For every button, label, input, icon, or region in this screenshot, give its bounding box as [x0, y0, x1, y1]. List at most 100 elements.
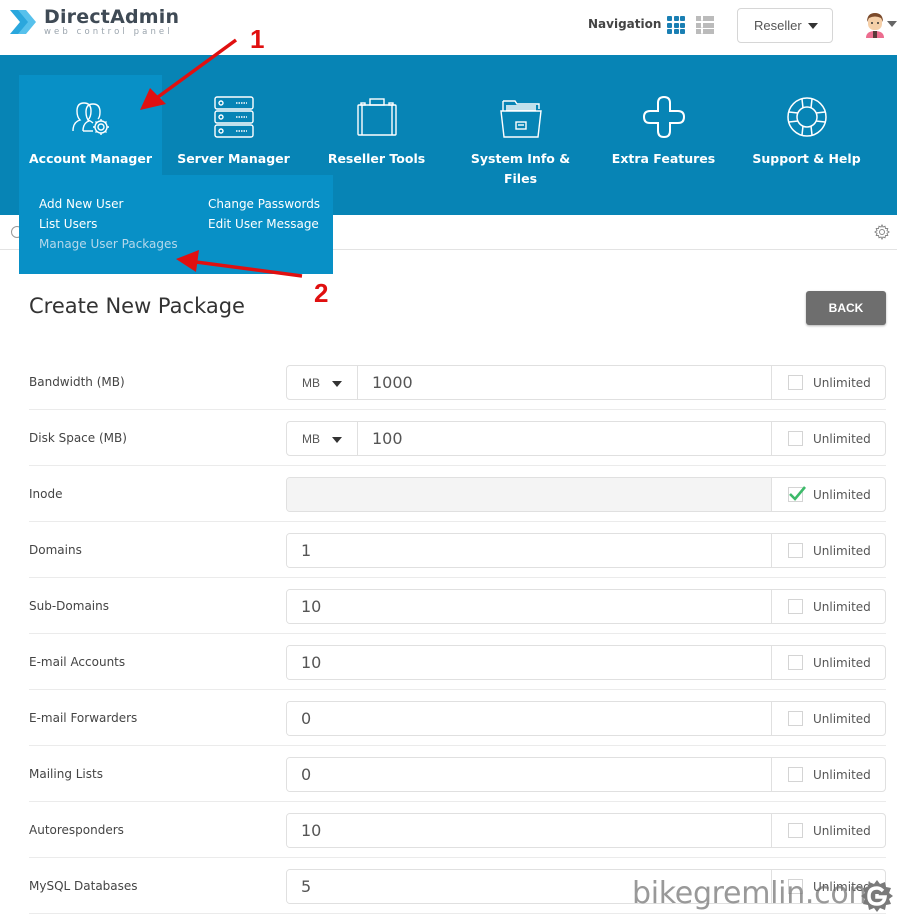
value-input[interactable] [358, 366, 771, 399]
field-group: Unlimited [286, 589, 886, 624]
field-group: Unlimited [286, 645, 886, 680]
unlimited-label: Unlimited [813, 599, 871, 614]
field-group: MB Unlimited [286, 421, 886, 456]
unlimited-checkbox[interactable] [788, 431, 803, 446]
value-input[interactable] [287, 590, 771, 623]
nav-system-info-files[interactable]: System Info & Files [449, 75, 592, 186]
unlimited-label: Unlimited [813, 431, 871, 446]
briefcase-icon [356, 98, 397, 136]
menu-add-new-user[interactable]: Add New User [39, 197, 123, 211]
form-row: Inode Unlimited [29, 466, 886, 522]
field-label: Mailing Lists [29, 767, 103, 781]
field-label: Bandwidth (MB) [29, 375, 125, 389]
unlimited-toggle[interactable]: Unlimited [771, 422, 885, 455]
watermark-gear-icon [861, 880, 893, 912]
form-row: Disk Space (MB) MB Unlimited [29, 410, 886, 466]
unlimited-label: Unlimited [813, 655, 871, 670]
form-row: Domains Unlimited [29, 522, 886, 578]
nav-reseller-tools[interactable]: Reseller Tools [305, 75, 448, 175]
unlimited-checkbox[interactable] [788, 375, 803, 390]
directadmin-logo[interactable]: DirectAdmin web control panel [8, 6, 179, 38]
value-input[interactable] [287, 478, 771, 511]
unlimited-toggle[interactable]: Unlimited [771, 646, 885, 679]
unlimited-label: Unlimited [813, 543, 871, 558]
unlimited-toggle[interactable]: Unlimited [771, 590, 885, 623]
form-row: E-mail Accounts Unlimited [29, 634, 886, 690]
nav-label: Server Manager [177, 151, 290, 166]
unlimited-toggle[interactable]: Unlimited [771, 366, 885, 399]
back-button[interactable]: BACK [806, 291, 886, 325]
unlimited-checkbox[interactable] [788, 486, 806, 502]
field-group: Unlimited [286, 701, 886, 736]
form-row: Mailing Lists Unlimited [29, 746, 886, 802]
unlimited-toggle[interactable]: Unlimited [771, 702, 885, 735]
nav-label: System Info & Files [470, 151, 571, 186]
unlimited-toggle[interactable]: Unlimited [771, 814, 885, 847]
annotation-step-2: 2 [314, 278, 329, 308]
unit-select[interactable]: MB [287, 422, 358, 455]
field-label: Autoresponders [29, 823, 124, 837]
users-gear-icon [71, 102, 109, 135]
menu-edit-user-message[interactable]: Edit User Message [208, 217, 319, 231]
unlimited-toggle[interactable]: Unlimited [771, 478, 885, 511]
navigation-label: Navigation [588, 17, 662, 31]
value-input[interactable] [287, 814, 771, 847]
annotation-step-1: 1 [250, 24, 265, 54]
menu-change-passwords[interactable]: Change Passwords [208, 197, 320, 211]
server-icon [213, 96, 254, 138]
field-label: Domains [29, 543, 82, 557]
unlimited-checkbox[interactable] [788, 711, 803, 726]
nav-server-manager[interactable]: Server Manager [162, 75, 305, 175]
value-input[interactable] [287, 758, 771, 791]
nav-support-help[interactable]: Support & Help [735, 75, 878, 175]
brand-subtitle: web control panel [44, 27, 173, 37]
grid-view-icon[interactable] [667, 16, 685, 34]
field-label: MySQL Databases [29, 879, 138, 893]
unit-select-value: MB [302, 431, 320, 446]
chevron-down-icon [332, 437, 342, 443]
unlimited-checkbox[interactable] [788, 767, 803, 782]
role-select[interactable]: Reseller [737, 8, 833, 43]
field-label: E-mail Accounts [29, 655, 126, 669]
unlimited-checkbox[interactable] [788, 599, 803, 614]
gear-icon[interactable] [874, 224, 890, 240]
nav-label: Support & Help [752, 151, 861, 166]
value-input[interactable] [287, 702, 771, 735]
field-group: Unlimited [286, 757, 886, 792]
field-group: Unlimited [286, 477, 886, 512]
unit-select-value: MB [302, 375, 320, 390]
form-row: Bandwidth (MB) MB Unlimited [29, 354, 886, 410]
unlimited-checkbox[interactable] [788, 823, 803, 838]
value-input[interactable] [358, 422, 771, 455]
unit-select[interactable]: MB [287, 366, 358, 399]
field-group: MB Unlimited [286, 365, 886, 400]
nav-extra-features[interactable]: Extra Features [592, 75, 735, 175]
chevron-down-icon [332, 381, 342, 387]
nav-label: Reseller Tools [327, 151, 426, 166]
avatar-menu-chevron-icon[interactable] [887, 21, 897, 27]
list-view-icon[interactable] [696, 16, 714, 34]
watermark-text: bikegremlin.com [632, 876, 878, 911]
form-row: Autoresponders Unlimited [29, 802, 886, 858]
unlimited-toggle[interactable]: Unlimited [771, 758, 885, 791]
menu-list-users[interactable]: List Users [39, 217, 97, 231]
unlimited-label: Unlimited [813, 767, 871, 782]
field-label: Disk Space (MB) [29, 431, 127, 445]
menu-manage-user-packages[interactable]: Manage User Packages [39, 237, 178, 251]
unlimited-label: Unlimited [813, 375, 871, 390]
value-input[interactable] [287, 534, 771, 567]
user-avatar-icon[interactable] [864, 12, 886, 38]
value-input[interactable] [287, 646, 771, 679]
unlimited-toggle[interactable]: Unlimited [771, 534, 885, 567]
nav-label: Extra Features [611, 151, 716, 166]
form-row: E-mail Forwarders Unlimited [29, 690, 886, 746]
package-form: Bandwidth (MB)MBUnlimitedDisk Space (MB)… [29, 354, 886, 914]
unlimited-checkbox[interactable] [788, 655, 803, 670]
account-manager-submenu: Add New User List Users Manage User Pack… [19, 175, 333, 274]
page-title: Create New Package [29, 294, 245, 318]
top-header: DirectAdmin web control panel Navigation… [0, 0, 897, 55]
lifebuoy-icon [786, 97, 827, 137]
unlimited-checkbox[interactable] [788, 543, 803, 558]
role-select-value: Reseller [754, 18, 802, 33]
form-row: Sub-Domains Unlimited [29, 578, 886, 634]
